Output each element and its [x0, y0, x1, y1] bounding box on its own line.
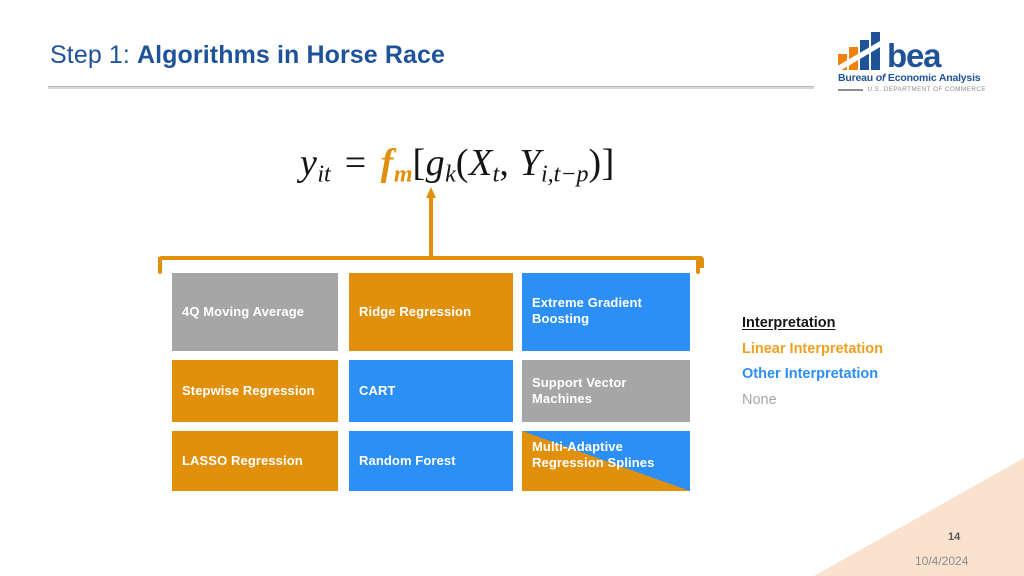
algorithm-cell-lasso-regression[interactable]: LASSO Regression: [172, 431, 338, 491]
algorithm-label: Ridge Regression: [359, 303, 472, 319]
formula-open-paren: (: [455, 142, 469, 184]
logo-department-row: U.S. DEPARTMENT OF COMMERCE: [838, 86, 986, 93]
algorithm-label: Support Vector Machines: [532, 374, 627, 406]
slide-canvas: Step 1: Algorithms in Horse Race bea Bur…: [0, 0, 1024, 576]
formula-open-bracket: [: [412, 142, 426, 184]
legend-item-other-interpretation: Other Interpretation: [742, 366, 879, 382]
logo-rule: [838, 88, 864, 91]
formula-equals: =: [344, 142, 367, 184]
algorithm-cell-multi-adaptive-regression-splines[interactable]: Multi-Adaptive Regression Splines: [522, 431, 690, 491]
formula-inner-function: gk: [425, 142, 456, 188]
logo-wordmark: bea: [887, 36, 941, 74]
logo-subtitle-part3: Economic Analysis: [885, 72, 981, 84]
algorithm-cell-stepwise-regression[interactable]: Stepwise Regression: [172, 360, 338, 422]
bea-chart-icon: [838, 32, 884, 70]
slide-number: 14: [948, 531, 961, 543]
formula-arg-y: Yi,t−p: [519, 142, 589, 188]
legend-title: Interpretation: [742, 315, 836, 331]
formula-lhs: yit: [300, 142, 331, 188]
interpretation-legend: Interpretation Linear Interpretation Oth…: [742, 311, 883, 413]
page-title: Step 1: Algorithms in Horse Race: [50, 41, 445, 70]
algorithm-cell-extreme-gradient-boosting[interactable]: Extreme Gradient Boosting: [522, 273, 690, 351]
algorithm-label: Extreme Gradient Boosting: [532, 295, 642, 327]
algorithm-label: LASSO Regression: [182, 452, 303, 468]
logo-subtitle-of: of: [875, 72, 886, 84]
logo-subtitle-part1: Bureau: [838, 72, 876, 84]
algorithm-cell-4q-moving-average[interactable]: 4Q Moving Average: [172, 273, 338, 351]
algorithm-label: Multi-Adaptive Regression Splines: [532, 439, 655, 471]
title-divider: [48, 86, 814, 89]
formula-close-bracket: ]: [601, 142, 615, 184]
algorithm-cell-ridge-regression[interactable]: Ridge Regression: [349, 273, 513, 351]
algorithm-cell-cart[interactable]: CART: [349, 360, 513, 422]
algorithm-label: Stepwise Regression: [182, 382, 315, 398]
formula-comma: ,: [499, 142, 520, 184]
algorithm-label: Random Forest: [359, 452, 456, 468]
algorithm-cell-support-vector-machines[interactable]: Support Vector Machines: [522, 360, 690, 422]
logo-top-row: bea: [838, 30, 986, 74]
logo-subtitle: Bureau of Economic Analysis: [838, 72, 986, 84]
algorithm-cell-random-forest[interactable]: Random Forest: [349, 431, 513, 491]
logo-trendline-icon: [838, 38, 884, 70]
legend-item-linear-interpretation: Linear Interpretation: [742, 340, 883, 357]
title-main: Algorithms in Horse Race: [136, 41, 446, 69]
formula-close-paren: ): [588, 142, 602, 184]
slide-date: 10/4/2024: [915, 554, 969, 568]
algorithm-label: 4Q Moving Average: [182, 303, 305, 319]
formula-function-fm: fm: [380, 142, 413, 188]
title-prefix: Step 1:: [50, 41, 137, 69]
model-formula: yit = fm[gk(Xt, Yi,t−p)]: [300, 141, 615, 189]
logo-department-text: U.S. DEPARTMENT OF COMMERCE: [867, 86, 986, 93]
formula-arg-x: Xt: [468, 142, 500, 188]
legend-item-none: None: [742, 391, 777, 408]
callout-arrow-icon: [426, 187, 436, 259]
bea-logo: bea Bureau of Economic Analysis U.S. DEP…: [838, 30, 986, 93]
algorithm-label: CART: [359, 382, 396, 398]
